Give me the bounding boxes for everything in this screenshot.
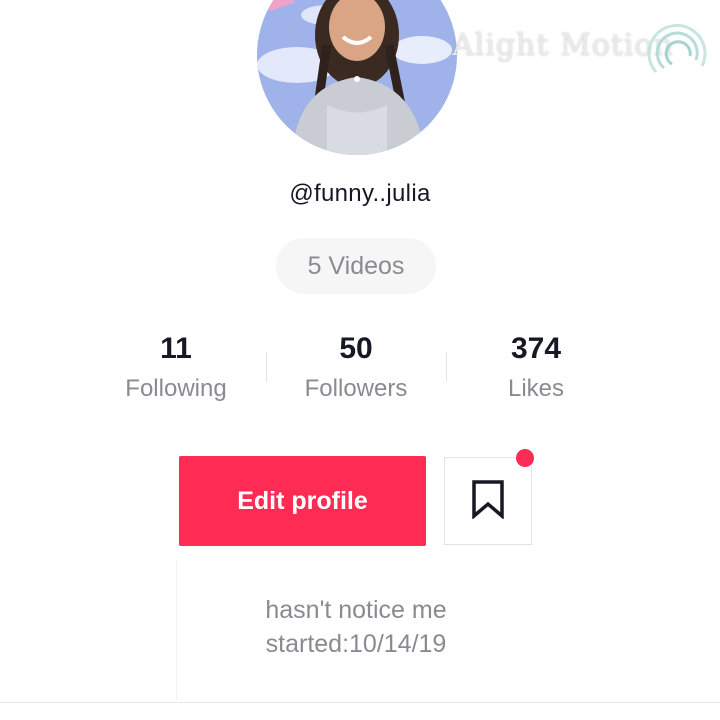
following-label: Following: [125, 375, 227, 402]
profile-username: @funny..julia: [289, 180, 431, 207]
following-count: 11: [160, 332, 192, 365]
profile-bio: hasn't notice me started:10/14/19: [0, 593, 712, 661]
section-divider: [0, 702, 720, 703]
profile-page: Alight Motion @funny..julia 5 Videos 11 …: [0, 0, 720, 720]
followers-label: Followers: [304, 375, 408, 402]
stat-likes[interactable]: 374 Likes: [446, 330, 626, 404]
edit-profile-button[interactable]: Edit profile: [179, 456, 426, 546]
followers-count: 50: [339, 332, 373, 365]
favorites-button[interactable]: [444, 457, 532, 545]
profile-stats: 11 Following 50 Followers 374 Likes: [86, 330, 626, 410]
profile-avatar[interactable]: [257, 0, 457, 155]
likes-count: 374: [510, 332, 562, 365]
bookmark-icon: [471, 479, 505, 524]
likes-label: Likes: [507, 375, 565, 402]
alight-motion-logo-icon: [646, 14, 712, 89]
stat-followers[interactable]: 50 Followers: [266, 330, 446, 404]
watermark-text: Alight Motion: [452, 28, 674, 63]
notification-dot: [516, 449, 534, 467]
watermark: Alight Motion: [452, 14, 712, 84]
bio-line-1: hasn't notice me: [265, 596, 447, 624]
faint-divider: [176, 560, 177, 700]
bio-line-2: started:10/14/19: [265, 630, 447, 658]
stat-following[interactable]: 11 Following: [86, 330, 266, 404]
videos-count-pill[interactable]: 5 Videos: [276, 238, 436, 294]
